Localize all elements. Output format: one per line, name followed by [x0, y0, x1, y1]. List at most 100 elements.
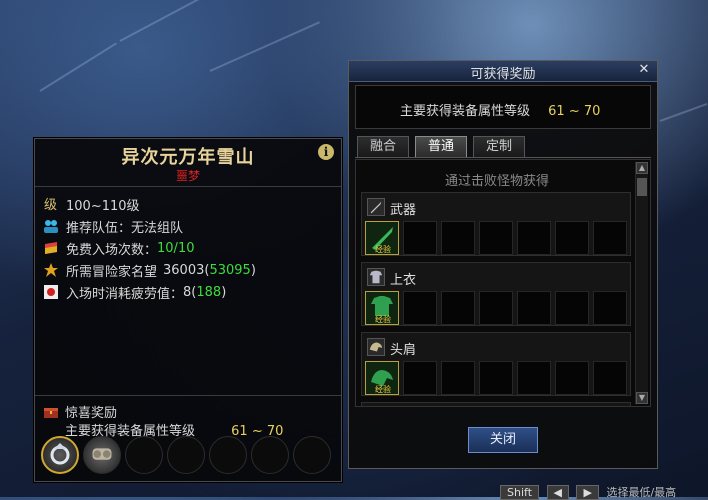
item-slot[interactable] — [479, 221, 513, 255]
reward-slot-4[interactable] — [167, 436, 205, 474]
gem-ring-icon — [50, 443, 70, 465]
close-button[interactable]: 关闭 — [468, 427, 538, 453]
fatigue-row: 入场时消耗疲劳值： 8(188) — [43, 283, 226, 302]
item-slot[interactable] — [555, 361, 589, 395]
item-slot[interactable] — [403, 291, 437, 325]
background-streak — [119, 0, 262, 42]
reward-slot-1[interactable] — [41, 436, 79, 474]
reputation-label: 所需冒险家名望 — [66, 264, 158, 280]
reputation-icon — [44, 263, 58, 277]
list-hint: 通过击败怪物获得 — [444, 174, 549, 189]
reward-slot-7[interactable] — [293, 436, 331, 474]
treasure-chest-icon — [44, 407, 58, 418]
level-range: 100~110级 — [66, 198, 140, 214]
party-label: 推荐队伍： — [66, 220, 132, 236]
party-row: 推荐队伍： 无法组队 — [43, 217, 184, 236]
scroll-down-icon[interactable]: ▼ — [636, 392, 648, 404]
item-slot[interactable] — [403, 361, 437, 395]
dungeon-info-panel: 异次元万年雪山 噩梦 i 级 100~110级 推荐队伍： 无法组队 免费入场次数… — [34, 138, 342, 482]
shoulder-icon — [367, 338, 385, 356]
level-icon: 级 — [44, 198, 57, 212]
reward-window-titlebar[interactable]: 可获得奖励 ✕ — [349, 61, 657, 82]
attribute-level-summary: 主要获得装备属性等级 61 ~ 70 — [355, 85, 651, 129]
prev-button[interactable]: ◀ — [546, 485, 569, 500]
reward-window: 可获得奖励 ✕ 主要获得装备属性等级 61 ~ 70 融合 普通 定制 通过击败… — [348, 60, 658, 469]
sword-icon — [367, 198, 385, 216]
fatigue-label: 入场时消耗疲劳值： — [66, 286, 184, 302]
scroll-bundle-icon — [92, 448, 112, 460]
background-streak — [209, 21, 321, 72]
party-value: 无法组队 — [131, 220, 184, 236]
reputation-row: 所需冒险家名望 36003(53095) — [43, 261, 256, 280]
dungeon-name: 异次元万年雪山 — [121, 147, 255, 168]
entry-count-row: 免费入场次数： 10/10 — [43, 239, 195, 258]
item-slot[interactable] — [517, 361, 551, 395]
category-label: 武器 — [390, 203, 417, 218]
item-slot[interactable] — [593, 221, 627, 255]
item-slot[interactable] — [555, 221, 589, 255]
green-shoulder-icon: 经验 — [371, 370, 393, 394]
party-icon — [44, 220, 58, 233]
category-label: 上衣 — [390, 273, 417, 288]
bottom-toolbar: Shift ◀ ▶ 选择最低/最高 — [500, 484, 708, 500]
item-slot[interactable] — [479, 361, 513, 395]
reward-slot-6[interactable] — [251, 436, 289, 474]
scroll-up-icon[interactable]: ▲ — [636, 162, 648, 174]
item-slot[interactable] — [441, 291, 475, 325]
item-slot[interactable] — [517, 221, 551, 255]
background-streak — [39, 42, 117, 92]
panel-divider — [35, 186, 341, 187]
reputation-required: 36003 — [163, 262, 205, 278]
item-slot[interactable]: 经验 — [365, 221, 399, 255]
summary-label: 主要获得装备属性等级 — [400, 104, 531, 119]
tab-underline — [355, 157, 651, 158]
svg-text:级: 级 — [44, 198, 57, 212]
background-streak — [659, 102, 708, 122]
summary-text: 主要获得装备属性等级 61 ~ 70 — [400, 100, 600, 119]
tab-custom[interactable]: 定制 — [473, 136, 525, 157]
entry-count-value: 10/10 — [157, 240, 195, 256]
bottom-bar-text: 选择最低/最高 — [606, 486, 677, 499]
next-button[interactable]: ▶ — [576, 485, 599, 500]
item-slot[interactable] — [517, 291, 551, 325]
reward-list-scrollbar[interactable]: ▲ ▼ — [635, 162, 648, 404]
close-icon[interactable]: ✕ — [637, 63, 651, 77]
reward-slot-3[interactable] — [125, 436, 163, 474]
item-slot[interactable] — [441, 361, 475, 395]
category-shoulder: 头肩 经验 — [361, 332, 631, 396]
fatigue-icon — [44, 285, 58, 299]
svg-text:经验: 经验 — [375, 384, 391, 394]
fatigue-cost: 8 — [183, 284, 192, 300]
summary-range: 61 ~ 70 — [548, 104, 601, 119]
green-weapon-icon: 经验 — [372, 227, 393, 254]
item-slot[interactable] — [403, 221, 437, 255]
item-slot[interactable] — [555, 291, 589, 325]
reward-slot-2[interactable] — [83, 436, 121, 474]
item-slot[interactable] — [479, 291, 513, 325]
item-slot[interactable] — [441, 221, 475, 255]
ticket-icon — [45, 242, 57, 254]
dungeon-difficulty: 噩梦 — [175, 169, 200, 183]
level-row: 级 100~110级 — [43, 195, 140, 214]
category-next — [361, 402, 631, 406]
green-armor-icon: 经验 — [371, 296, 393, 324]
category-weapon: 武器 经验 — [361, 192, 631, 256]
shirt-icon — [367, 268, 385, 286]
item-slot[interactable]: 经验 — [365, 361, 399, 395]
info-icon[interactable]: i — [318, 144, 334, 160]
tab-fusion[interactable]: 融合 — [357, 136, 409, 157]
reward-window-title: 可获得奖励 — [470, 67, 536, 82]
surprise-reward-header: 惊喜奖励 — [43, 402, 117, 421]
item-slot[interactable] — [593, 291, 627, 325]
item-slot[interactable] — [593, 361, 627, 395]
entry-count-label: 免费入场次数： — [66, 242, 158, 258]
reputation-current: 53095 — [209, 262, 251, 278]
shift-button[interactable]: Shift — [500, 485, 540, 500]
surprise-reward-title: 惊喜奖励 — [65, 406, 118, 421]
scroll-thumb[interactable] — [637, 178, 647, 196]
panel-divider — [35, 395, 341, 396]
tab-normal[interactable]: 普通 — [415, 136, 467, 157]
svg-text:经验: 经验 — [375, 244, 391, 254]
item-slot[interactable]: 经验 — [365, 291, 399, 325]
reward-slot-5[interactable] — [209, 436, 247, 474]
